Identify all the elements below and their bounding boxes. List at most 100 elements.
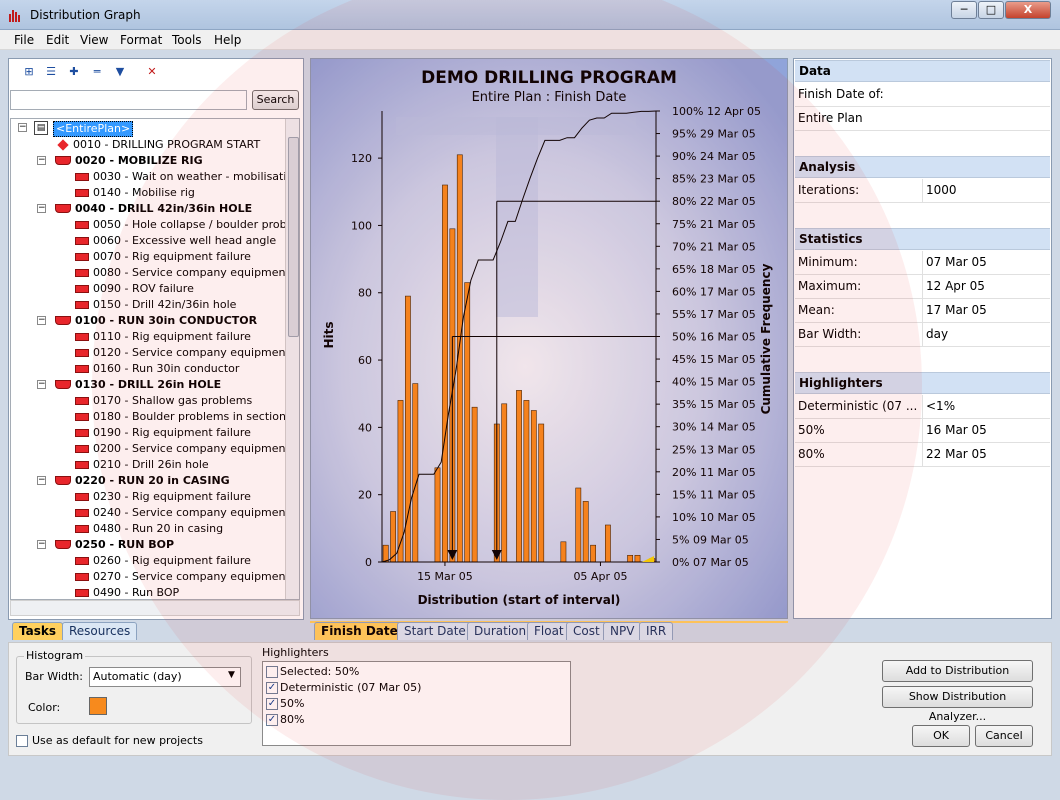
ok-button[interactable]: OK xyxy=(912,725,970,747)
tree-row-label: 0190 - Rig equipment failure xyxy=(93,426,251,439)
tree-row[interactable]: 0070 - Rig equipment failure xyxy=(11,249,285,265)
window-title: Distribution Graph xyxy=(30,8,141,22)
tree-row-label: 0240 - Service company equipment failure xyxy=(93,506,299,519)
show-analyzer-button[interactable]: Show Distribution Analyzer... xyxy=(882,686,1033,723)
close-button[interactable]: X xyxy=(1005,1,1051,19)
x-axis-label: Distribution (start of interval) xyxy=(418,593,621,607)
tree-row-label: 0490 - Run BOP xyxy=(93,586,180,599)
collapse-toggle-icon[interactable]: − xyxy=(37,380,46,389)
task-bar-icon xyxy=(75,221,89,229)
tree-row-label: 0060 - Excessive well head angle xyxy=(93,234,277,247)
color-swatch[interactable] xyxy=(89,697,107,715)
collapse-toggle-icon[interactable]: − xyxy=(37,540,46,549)
search-button[interactable]: Search xyxy=(252,90,299,110)
finish-date-of: Finish Date of: xyxy=(795,83,1050,107)
list-view-icon[interactable]: ☰ xyxy=(43,65,59,79)
tree-row[interactable]: 0050 - Hole collapse / boulder problems xyxy=(11,217,299,233)
tab-float[interactable]: Float xyxy=(527,622,571,640)
menu-help[interactable]: Help xyxy=(214,33,241,47)
tree-row[interactable]: − 0250 - RUN BOP xyxy=(11,537,285,553)
chevron-down-icon: ▼ xyxy=(228,670,235,680)
tree-row[interactable]: 0210 - Drill 26in hole xyxy=(11,457,285,473)
highlighter-checkbox[interactable]: ✓ xyxy=(266,698,278,710)
menu-view[interactable]: View xyxy=(80,33,108,47)
task-tree[interactable]: − ▤ <EntirePlan> 0010 - DRILLING PROGRAM ST… xyxy=(10,118,300,600)
tree-row[interactable]: 0270 - Service company equipment failure xyxy=(11,569,299,585)
tree-row[interactable]: 0140 - Mobilise rig xyxy=(11,185,285,201)
tree-row[interactable]: 0090 - ROV failure xyxy=(11,281,285,297)
tree-scroll-thumb[interactable] xyxy=(288,137,299,337)
highlighter-checkbox[interactable] xyxy=(266,666,278,678)
task-bar-icon xyxy=(75,189,89,197)
menu-file[interactable]: File xyxy=(14,33,34,47)
bar-width-select[interactable]: Automatic (day) ▼ xyxy=(89,667,241,687)
highlighter-checkbox[interactable]: ✓ xyxy=(266,714,278,726)
tree-row[interactable]: − 0040 - DRILL 42in/36in HOLE xyxy=(11,201,285,217)
add-to-analyzer-button[interactable]: Add to Distribution Analyzer xyxy=(882,660,1033,697)
tab-finish-date[interactable]: Finish Date xyxy=(314,622,405,640)
expand-tree-icon[interactable]: ⊞ xyxy=(21,65,37,79)
tree-row[interactable]: 0160 - Run 30in conductor xyxy=(11,361,285,377)
tree-row[interactable]: 0230 - Rig equipment failure xyxy=(11,489,285,505)
x-tick-label: 15 Mar 05 xyxy=(417,570,473,583)
stat-value: 12 Apr 05 xyxy=(923,275,1050,299)
tree-row[interactable]: − ▤ <EntirePlan> xyxy=(11,121,285,137)
maximize-button[interactable]: □ xyxy=(978,1,1004,19)
tab-tasks[interactable]: Tasks xyxy=(12,622,64,640)
tab-irr[interactable]: IRR xyxy=(639,622,674,640)
tree-row[interactable]: 0080 - Service company equipment failure xyxy=(11,265,299,281)
collapse-toggle-icon[interactable]: − xyxy=(18,123,27,132)
tree-row[interactable]: 0480 - Run 20 in casing xyxy=(11,521,285,537)
tree-vertical-scrollbar[interactable] xyxy=(285,119,299,599)
tree-row[interactable]: − 0130 - DRILL 26in HOLE xyxy=(11,377,285,393)
tree-row[interactable]: 0120 - Service company equipment failure xyxy=(11,345,299,361)
minimize-button[interactable]: ─ xyxy=(951,1,977,19)
task-bar-icon xyxy=(75,461,89,469)
tab-duration[interactable]: Duration xyxy=(467,622,534,640)
remove-item-icon[interactable]: ═ xyxy=(89,65,105,79)
tab-cost[interactable]: Cost xyxy=(566,622,607,640)
tree-row[interactable]: 0490 - Run BOP xyxy=(11,585,285,599)
tree-row[interactable]: − 0220 - RUN 20 in CASING xyxy=(11,473,285,489)
plan-icon: ▤ xyxy=(34,121,48,135)
filter-dropdown-icon[interactable]: ▼ xyxy=(112,65,128,79)
tree-row[interactable]: − 0100 - RUN 30in CONDUCTOR xyxy=(11,313,285,329)
add-item-icon[interactable]: ✚ xyxy=(66,65,82,79)
tree-row[interactable]: 0200 - Service company equipment failure xyxy=(11,441,299,457)
task-bar-icon xyxy=(75,301,89,309)
use-default-checkbox[interactable] xyxy=(16,735,28,747)
tree-row[interactable]: 0010 - DRILLING PROGRAM START xyxy=(11,137,285,153)
tree-row[interactable]: − 0020 - MOBILIZE RIG xyxy=(11,153,285,169)
tree-row[interactable]: 0150 - Drill 42in/36in hole xyxy=(11,297,285,313)
collapse-toggle-icon[interactable]: − xyxy=(37,316,46,325)
cancel-button[interactable]: Cancel xyxy=(975,725,1033,747)
histogram-bar xyxy=(590,544,596,563)
cumulative-tick-label: 90% 24 Mar 05 xyxy=(672,150,756,163)
tree-row[interactable]: 0030 - Wait on weather - mobilisation xyxy=(11,169,299,185)
iterations-label: Iterations: xyxy=(795,179,923,203)
menu-format[interactable]: Format xyxy=(120,33,162,47)
stat-value: 07 Mar 05 xyxy=(923,251,1050,275)
highlighter-checkbox[interactable]: ✓ xyxy=(266,682,278,694)
search-input[interactable] xyxy=(10,90,247,110)
tree-row[interactable]: 0260 - Rig equipment failure xyxy=(11,553,285,569)
tree-row[interactable]: 0240 - Service company equipment failure xyxy=(11,505,299,521)
menu-edit[interactable]: Edit xyxy=(46,33,69,47)
tab-start-date[interactable]: Start Date xyxy=(397,622,473,640)
collapse-toggle-icon[interactable]: − xyxy=(37,476,46,485)
cumulative-tick-label: 25% 13 Mar 05 xyxy=(672,443,756,456)
tab-resources[interactable]: Resources xyxy=(62,622,138,640)
menu-bar: File Edit View Format Tools Help xyxy=(0,30,1060,50)
tree-row[interactable]: 0110 - Rig equipment failure xyxy=(11,329,285,345)
menu-tools[interactable]: Tools xyxy=(172,33,202,47)
tree-row[interactable]: 0170 - Shallow gas problems xyxy=(11,393,285,409)
tree-row[interactable]: 0060 - Excessive well head angle xyxy=(11,233,285,249)
tree-horizontal-scrollbar[interactable] xyxy=(10,600,300,616)
clear-filter-icon[interactable]: ✕ xyxy=(144,65,160,79)
collapse-toggle-icon[interactable]: − xyxy=(37,156,46,165)
tree-row[interactable]: 0190 - Rig equipment failure xyxy=(11,425,285,441)
collapse-toggle-icon[interactable]: − xyxy=(37,204,46,213)
tree-row[interactable]: 0180 - Boulder problems in section xyxy=(11,409,286,425)
cumulative-tick-label: 80% 22 Mar 05 xyxy=(672,195,756,208)
tab-npv[interactable]: NPV xyxy=(603,622,642,640)
